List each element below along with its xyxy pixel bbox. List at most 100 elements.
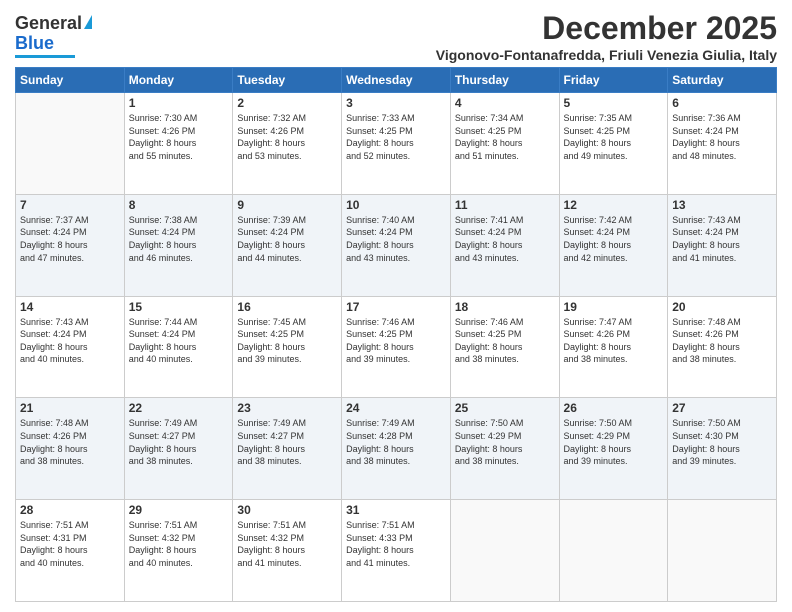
calendar-cell [450, 500, 559, 602]
day-info: Sunrise: 7:49 AM Sunset: 4:27 PM Dayligh… [237, 417, 337, 467]
day-info: Sunrise: 7:41 AM Sunset: 4:24 PM Dayligh… [455, 214, 555, 264]
day-info: Sunrise: 7:37 AM Sunset: 4:24 PM Dayligh… [20, 214, 120, 264]
calendar-cell: 17 Sunrise: 7:46 AM Sunset: 4:25 PM Dayli… [342, 296, 451, 398]
day-number: 25 [455, 401, 555, 415]
day-number: 7 [20, 198, 120, 212]
day-info: Sunrise: 7:34 AM Sunset: 4:25 PM Dayligh… [455, 112, 555, 162]
calendar-cell: 8 Sunrise: 7:38 AM Sunset: 4:24 PM Daylig… [124, 194, 233, 296]
day-number: 10 [346, 198, 446, 212]
day-info: Sunrise: 7:40 AM Sunset: 4:24 PM Dayligh… [346, 214, 446, 264]
day-number: 3 [346, 96, 446, 110]
day-number: 22 [129, 401, 229, 415]
day-info: Sunrise: 7:51 AM Sunset: 4:32 PM Dayligh… [237, 519, 337, 569]
day-info: Sunrise: 7:48 AM Sunset: 4:26 PM Dayligh… [672, 316, 772, 366]
day-info: Sunrise: 7:46 AM Sunset: 4:25 PM Dayligh… [346, 316, 446, 366]
day-info: Sunrise: 7:35 AM Sunset: 4:25 PM Dayligh… [564, 112, 664, 162]
calendar-cell: 16 Sunrise: 7:45 AM Sunset: 4:25 PM Dayli… [233, 296, 342, 398]
calendar-cell: 27Sunrise: 7:50 AM Sunset: 4:30 PM Dayli… [668, 398, 777, 500]
calendar-week-row: 28Sunrise: 7:51 AM Sunset: 4:31 PM Dayli… [16, 500, 777, 602]
calendar-cell [559, 500, 668, 602]
calendar-cell: 10 Sunrise: 7:40 AM Sunset: 4:24 PM Dayli… [342, 194, 451, 296]
day-info: Sunrise: 7:38 AM Sunset: 4:24 PM Dayligh… [129, 214, 229, 264]
logo-line [15, 55, 75, 58]
title-section: December 2025 Vigonovo-Fontanafredda, Fr… [436, 10, 777, 63]
day-header-saturday: Saturday [668, 68, 777, 93]
calendar-week-row: 7 Sunrise: 7:37 AM Sunset: 4:24 PM Daylig… [16, 194, 777, 296]
day-number: 4 [455, 96, 555, 110]
calendar-cell: 22 Sunrise: 7:49 AM Sunset: 4:27 PM Dayli… [124, 398, 233, 500]
day-info: Sunrise: 7:42 AM Sunset: 4:24 PM Dayligh… [564, 214, 664, 264]
calendar-cell: 31Sunrise: 7:51 AM Sunset: 4:33 PM Dayli… [342, 500, 451, 602]
day-number: 16 [237, 300, 337, 314]
calendar-cell: 21 Sunrise: 7:48 AM Sunset: 4:26 PM Dayli… [16, 398, 125, 500]
day-info: Sunrise: 7:50 AM Sunset: 4:29 PM Dayligh… [455, 417, 555, 467]
calendar-cell: 30Sunrise: 7:51 AM Sunset: 4:32 PM Dayli… [233, 500, 342, 602]
day-number: 26 [564, 401, 664, 415]
day-info: Sunrise: 7:45 AM Sunset: 4:25 PM Dayligh… [237, 316, 337, 366]
calendar-cell: 2 Sunrise: 7:32 AM Sunset: 4:26 PM Daylig… [233, 93, 342, 195]
day-header-sunday: Sunday [16, 68, 125, 93]
day-number: 17 [346, 300, 446, 314]
day-info: Sunrise: 7:39 AM Sunset: 4:24 PM Dayligh… [237, 214, 337, 264]
day-number: 8 [129, 198, 229, 212]
calendar-cell: 18Sunrise: 7:46 AM Sunset: 4:25 PM Dayli… [450, 296, 559, 398]
calendar-cell: 14 Sunrise: 7:43 AM Sunset: 4:24 PM Dayli… [16, 296, 125, 398]
day-header-friday: Friday [559, 68, 668, 93]
day-number: 12 [564, 198, 664, 212]
calendar-cell: 25 Sunrise: 7:50 AM Sunset: 4:29 PM Dayli… [450, 398, 559, 500]
day-info: Sunrise: 7:50 AM Sunset: 4:29 PM Dayligh… [564, 417, 664, 467]
day-info: Sunrise: 7:44 AM Sunset: 4:24 PM Dayligh… [129, 316, 229, 366]
calendar-cell: 4 Sunrise: 7:34 AM Sunset: 4:25 PM Daylig… [450, 93, 559, 195]
day-info: Sunrise: 7:46 AM Sunset: 4:25 PM Dayligh… [455, 316, 555, 366]
day-number: 1 [129, 96, 229, 110]
day-number: 11 [455, 198, 555, 212]
day-number: 14 [20, 300, 120, 314]
calendar-cell: 12 Sunrise: 7:42 AM Sunset: 4:24 PM Dayli… [559, 194, 668, 296]
calendar-cell: 1Sunrise: 7:30 AM Sunset: 4:26 PM Daylig… [124, 93, 233, 195]
day-info: Sunrise: 7:43 AM Sunset: 4:24 PM Dayligh… [672, 214, 772, 264]
day-info: Sunrise: 7:32 AM Sunset: 4:26 PM Dayligh… [237, 112, 337, 162]
logo-blue-text: Blue [15, 34, 54, 54]
day-info: Sunrise: 7:43 AM Sunset: 4:24 PM Dayligh… [20, 316, 120, 366]
calendar-cell: 15Sunrise: 7:44 AM Sunset: 4:24 PM Dayli… [124, 296, 233, 398]
calendar-cell: 6Sunrise: 7:36 AM Sunset: 4:24 PM Daylig… [668, 93, 777, 195]
day-number: 24 [346, 401, 446, 415]
calendar-cell: 19 Sunrise: 7:47 AM Sunset: 4:26 PM Dayli… [559, 296, 668, 398]
day-info: Sunrise: 7:47 AM Sunset: 4:26 PM Dayligh… [564, 316, 664, 366]
calendar-header-row: SundayMondayTuesdayWednesdayThursdayFrid… [16, 68, 777, 93]
calendar-cell: 7 Sunrise: 7:37 AM Sunset: 4:24 PM Daylig… [16, 194, 125, 296]
day-info: Sunrise: 7:50 AM Sunset: 4:30 PM Dayligh… [672, 417, 772, 467]
logo-icon [84, 15, 92, 29]
day-number: 29 [129, 503, 229, 517]
calendar-cell: 24 Sunrise: 7:49 AM Sunset: 4:28 PM Dayli… [342, 398, 451, 500]
calendar-cell [668, 500, 777, 602]
calendar-cell: 3 Sunrise: 7:33 AM Sunset: 4:25 PM Daylig… [342, 93, 451, 195]
day-info: Sunrise: 7:36 AM Sunset: 4:24 PM Dayligh… [672, 112, 772, 162]
day-info: Sunrise: 7:51 AM Sunset: 4:32 PM Dayligh… [129, 519, 229, 569]
logo: General Blue [15, 14, 92, 58]
day-info: Sunrise: 7:49 AM Sunset: 4:27 PM Dayligh… [129, 417, 229, 467]
header: General Blue December 2025 Vigonovo-Font… [15, 10, 777, 63]
day-info: Sunrise: 7:48 AM Sunset: 4:26 PM Dayligh… [20, 417, 120, 467]
calendar-week-row: 14 Sunrise: 7:43 AM Sunset: 4:24 PM Dayli… [16, 296, 777, 398]
day-header-thursday: Thursday [450, 68, 559, 93]
calendar-cell [16, 93, 125, 195]
day-header-tuesday: Tuesday [233, 68, 342, 93]
day-info: Sunrise: 7:51 AM Sunset: 4:33 PM Dayligh… [346, 519, 446, 569]
calendar-week-row: 21 Sunrise: 7:48 AM Sunset: 4:26 PM Dayli… [16, 398, 777, 500]
day-number: 2 [237, 96, 337, 110]
day-header-monday: Monday [124, 68, 233, 93]
calendar-table: SundayMondayTuesdayWednesdayThursdayFrid… [15, 67, 777, 602]
day-number: 21 [20, 401, 120, 415]
day-info: Sunrise: 7:49 AM Sunset: 4:28 PM Dayligh… [346, 417, 446, 467]
day-header-wednesday: Wednesday [342, 68, 451, 93]
day-info: Sunrise: 7:33 AM Sunset: 4:25 PM Dayligh… [346, 112, 446, 162]
calendar-cell: 28Sunrise: 7:51 AM Sunset: 4:31 PM Dayli… [16, 500, 125, 602]
day-number: 19 [564, 300, 664, 314]
calendar-cell: 26 Sunrise: 7:50 AM Sunset: 4:29 PM Dayli… [559, 398, 668, 500]
calendar-cell: 23Sunrise: 7:49 AM Sunset: 4:27 PM Dayli… [233, 398, 342, 500]
calendar-cell: 5Sunrise: 7:35 AM Sunset: 4:25 PM Daylig… [559, 93, 668, 195]
month-title: December 2025 [436, 10, 777, 47]
calendar-cell: 20Sunrise: 7:48 AM Sunset: 4:26 PM Dayli… [668, 296, 777, 398]
logo-text: General [15, 14, 92, 34]
